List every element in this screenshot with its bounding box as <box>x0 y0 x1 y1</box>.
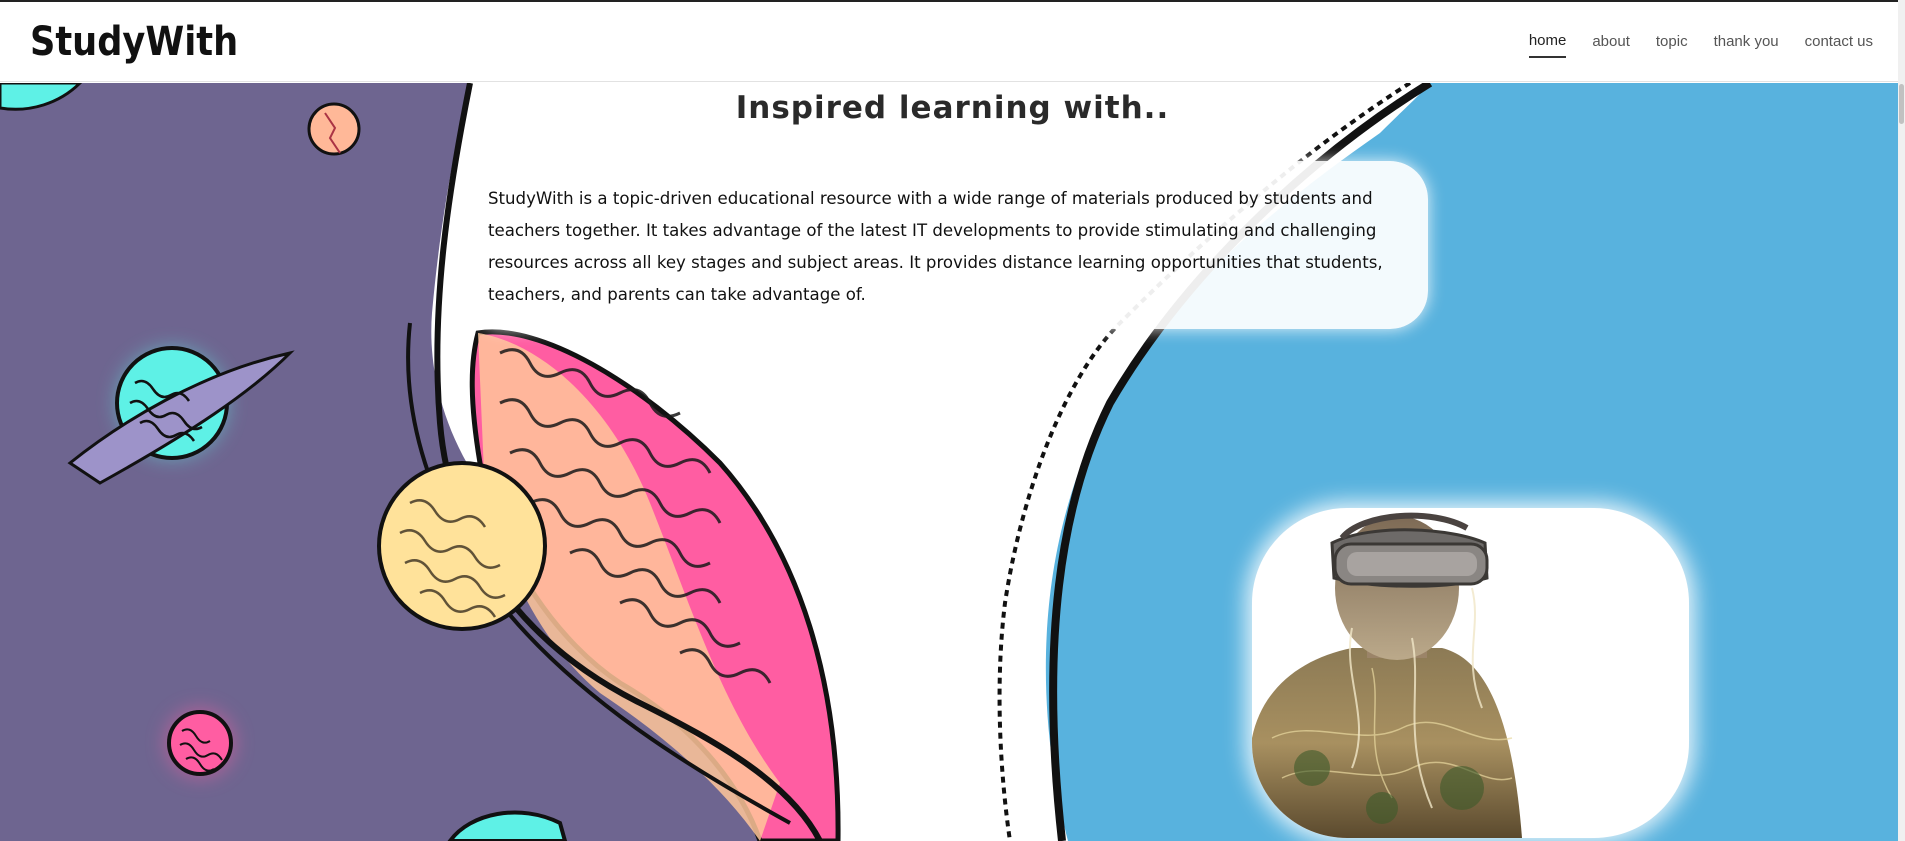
nav-home[interactable]: home <box>1528 26 1567 58</box>
nav-thank-you[interactable]: thank you <box>1714 27 1779 57</box>
vr-person-image <box>1252 512 1522 838</box>
brand-logo[interactable]: StudyWith <box>30 19 238 65</box>
nav-topic[interactable]: topic <box>1656 27 1688 57</box>
vr-image-card <box>1252 508 1689 838</box>
top-navbar: StudyWith home about topic thank you con… <box>0 2 1905 82</box>
intro-card: StudyWith is a topic-driven educational … <box>468 161 1428 329</box>
page-scrollbar[interactable] <box>1898 0 1905 841</box>
nav-about[interactable]: about <box>1592 27 1630 57</box>
hero-headline: Inspired learning with.. <box>735 90 1170 126</box>
nav-contact-us[interactable]: contact us <box>1805 27 1873 57</box>
main-nav: home about topic thank you contact us <box>1528 26 1873 58</box>
intro-text: StudyWith is a topic-driven educational … <box>488 189 1383 304</box>
scrollbar-thumb[interactable] <box>1899 84 1904 124</box>
